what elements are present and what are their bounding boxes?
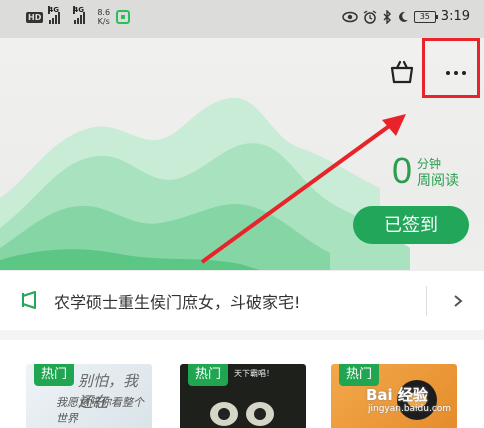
shop-basket-icon[interactable] [388, 58, 416, 86]
reading-label: 分钟 周阅读 [417, 156, 459, 190]
megaphone-icon [22, 291, 36, 309]
hot-badge: 热门 [188, 364, 228, 386]
status-bar-right: 35 3:19 [342, 9, 470, 24]
announcement-text[interactable]: 农学硕士重生侯门庶女，斗破家宅! [54, 289, 300, 313]
cover-eyes-illustration [210, 402, 274, 426]
app-notification-icon [116, 10, 131, 24]
watermark-logo: Bai 经验 [366, 386, 428, 404]
clock: 3:19 [440, 9, 470, 24]
moon-icon [398, 11, 408, 22]
period-label: 周阅读 [417, 173, 459, 189]
status-bar: HD 4G 4G 8.6 K/s 35 3:19 [0, 0, 484, 38]
signal-icon: 4G [73, 6, 86, 24]
hd-badge: HD [26, 11, 44, 23]
watermark-url: jingyan.baidu.com [368, 404, 452, 414]
reading-header: 0 分钟 周阅读 已签到 [0, 38, 484, 270]
status-bar-left: HD 4G 4G 8.6 K/s [26, 6, 131, 26]
book-cover-title: 天下霸唱！ [234, 369, 274, 378]
battery-icon: 35 [413, 10, 438, 23]
announcement-bar[interactable]: 农学硕士重生侯门庶女，斗破家宅! [0, 270, 484, 330]
book-card[interactable]: 热门 别怕，我还在 我愿意陪你看整个世界 [26, 364, 152, 428]
highlight-box [422, 38, 480, 98]
eye-icon [342, 11, 358, 22]
signal-icon: 4G [48, 6, 61, 24]
divider [426, 286, 427, 316]
chevron-right-icon[interactable] [450, 291, 466, 311]
book-cover-subtitle: 我愿意陪你看整个世界 [56, 396, 144, 425]
book-card[interactable]: 热门 天下霸唱！ [180, 364, 306, 428]
network-speed: 8.6 K/s [97, 8, 111, 26]
alarm-icon [363, 9, 377, 24]
hot-badge: 热门 [339, 364, 379, 386]
hot-badge: 热门 [34, 364, 74, 386]
reading-minutes: 0 [392, 150, 413, 191]
bluetooth-icon [383, 9, 391, 24]
signin-button[interactable]: 已签到 [353, 206, 469, 244]
unit-label: 分钟 [417, 157, 442, 171]
